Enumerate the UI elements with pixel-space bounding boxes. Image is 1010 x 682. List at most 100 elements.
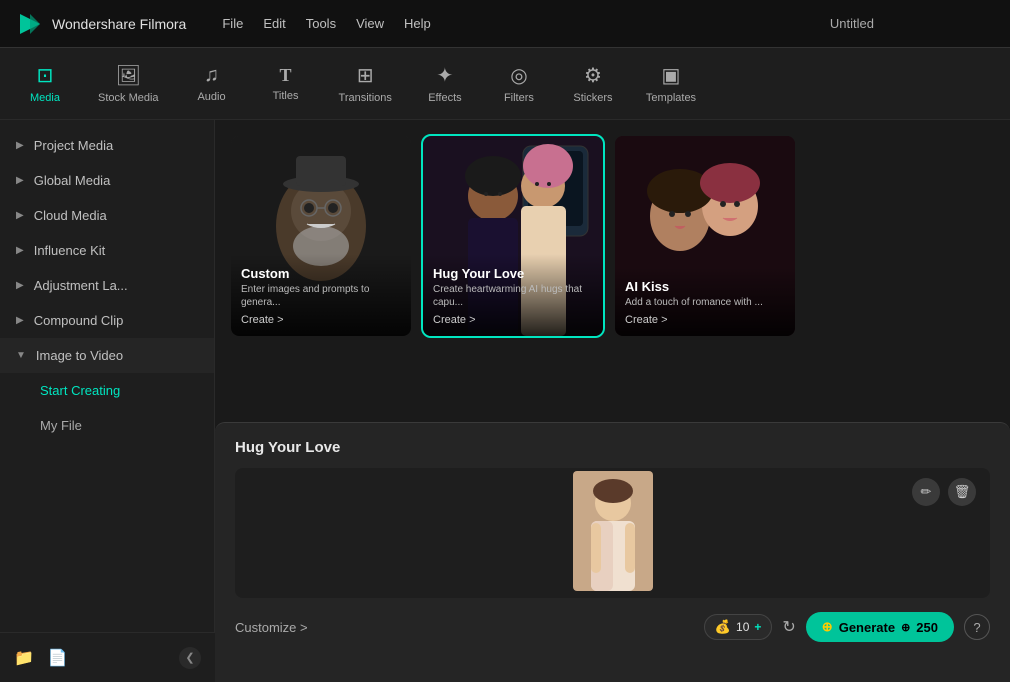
card-custom-title: Custom: [241, 266, 401, 281]
generate-icon: ⊕: [822, 619, 833, 635]
customize-link[interactable]: Customize >: [235, 620, 308, 635]
edit-button[interactable]: ✏: [912, 478, 940, 506]
sidebar-item-adjustment-la[interactable]: ▶ Adjustment La...: [0, 268, 214, 303]
sidebar-item-cloud-media-label: Cloud Media: [34, 208, 107, 223]
card-ai-kiss[interactable]: AI Kiss Add a touch of romance with ... …: [615, 136, 795, 336]
sidebar-item-global-media[interactable]: ▶ Global Media: [0, 163, 214, 198]
generate-cost: 250: [916, 620, 938, 635]
nav-tabs-bar: ⊡ Media 🖼 Stock Media ♫ Audio T Titles ⊞…: [0, 48, 1010, 120]
sidebar-item-my-file[interactable]: My File: [0, 408, 214, 443]
transitions-icon: ⊞: [357, 63, 374, 88]
card-hug-your-love-create-link[interactable]: Create >: [433, 314, 593, 326]
tab-effects[interactable]: ✦ Effects: [410, 55, 480, 112]
card-hug-your-love-desc: Create heartwarming AI hugs that capu...: [433, 283, 593, 309]
menu-bar: File Edit Tools View Help: [222, 16, 806, 31]
stock-media-icon: 🖼: [116, 63, 141, 88]
sidebar-footer: 📁 📄 ❮: [0, 632, 215, 682]
panel-upload-area[interactable]: ✏ 🗑: [235, 468, 990, 598]
tab-transitions[interactable]: ⊞ Transitions: [325, 55, 406, 112]
templates-icon: ▣: [662, 63, 681, 88]
sidebar-item-influence-kit-label: Influence Kit: [34, 243, 106, 258]
arrow-icon: ▶: [16, 280, 24, 291]
menu-help[interactable]: Help: [404, 16, 431, 31]
effects-icon: ✦: [437, 63, 454, 88]
tab-stock-media-label: Stock Media: [98, 92, 159, 104]
sidebar-item-my-file-label: My File: [40, 418, 82, 433]
tab-templates[interactable]: ▣ Templates: [632, 55, 710, 112]
main-area: ▶ Project Media ▶ Global Media ▶ Cloud M…: [0, 120, 1010, 682]
logo-area: Wondershare Filmora: [16, 10, 186, 38]
tab-titles[interactable]: T Titles: [251, 57, 321, 110]
titles-icon: T: [280, 65, 292, 86]
card-ai-kiss-overlay: AI Kiss Add a touch of romance with ... …: [615, 267, 795, 336]
refresh-icon[interactable]: ↻: [782, 617, 795, 637]
arrow-down-icon: ▼: [16, 350, 26, 361]
card-custom[interactable]: Custom Enter images and prompts to gener…: [231, 136, 411, 336]
filters-icon: ◎: [510, 63, 527, 88]
app-title: Wondershare Filmora: [52, 16, 186, 32]
sidebar-item-project-media[interactable]: ▶ Project Media: [0, 128, 214, 163]
arrow-icon: ▶: [16, 315, 24, 326]
card-hug-your-love-overlay: Hug Your Love Create heartwarming AI hug…: [423, 254, 603, 336]
window-title: Untitled: [830, 16, 874, 31]
chevron-left-icon: ❮: [185, 651, 194, 664]
delete-button[interactable]: 🗑: [948, 478, 976, 506]
help-icon: ?: [973, 620, 980, 635]
generate-button[interactable]: ⊕ Generate ⊕ 250: [806, 612, 954, 642]
card-ai-kiss-title: AI Kiss: [625, 279, 785, 294]
coin-badge: 💰 10 +: [704, 614, 773, 640]
sidebar-item-global-media-label: Global Media: [34, 173, 111, 188]
sidebar-collapse-button[interactable]: ❮: [179, 647, 201, 669]
panel-photo-thumbnail: [573, 471, 653, 596]
tab-templates-label: Templates: [646, 92, 696, 104]
card-ai-kiss-create-link[interactable]: Create >: [625, 314, 785, 326]
sidebar-item-compound-clip[interactable]: ▶ Compound Clip: [0, 303, 214, 338]
tab-titles-label: Titles: [273, 90, 299, 102]
app-logo-icon: [16, 10, 44, 38]
tab-filters[interactable]: ◎ Filters: [484, 55, 554, 112]
tab-media[interactable]: ⊡ Media: [10, 55, 80, 112]
media-icon: ⊡: [37, 63, 54, 88]
card-custom-desc: Enter images and prompts to genera...: [241, 283, 401, 309]
menu-file[interactable]: File: [222, 16, 243, 31]
coin-count: 10: [736, 620, 749, 634]
panel-edit-icons: ✏ 🗑: [912, 478, 976, 506]
cards-grid: Custom Enter images and prompts to gener…: [215, 120, 1010, 352]
tab-stickers[interactable]: ⚙ Stickers: [558, 55, 628, 112]
help-button[interactable]: ?: [964, 614, 990, 640]
sidebar-item-cloud-media[interactable]: ▶ Cloud Media: [0, 198, 214, 233]
tab-stock-media[interactable]: 🖼 Stock Media: [84, 55, 173, 112]
sidebar-item-start-creating[interactable]: Start Creating: [0, 373, 214, 408]
menu-edit[interactable]: Edit: [263, 16, 285, 31]
menu-tools[interactable]: Tools: [306, 16, 336, 31]
sidebar: ▶ Project Media ▶ Global Media ▶ Cloud M…: [0, 120, 215, 682]
sidebar-item-image-to-video[interactable]: ▼ Image to Video: [0, 338, 214, 373]
card-custom-create-link[interactable]: Create >: [241, 314, 401, 326]
arrow-icon: ▶: [16, 140, 24, 151]
tab-audio-label: Audio: [197, 91, 225, 103]
sidebar-item-influence-kit[interactable]: ▶ Influence Kit: [0, 233, 214, 268]
arrow-icon: ▶: [16, 210, 24, 221]
tab-audio[interactable]: ♫ Audio: [177, 56, 247, 111]
arrow-icon: ▶: [16, 245, 24, 256]
menu-view[interactable]: View: [356, 16, 384, 31]
plus-icon: +: [754, 620, 761, 634]
tab-effects-label: Effects: [428, 92, 461, 104]
sidebar-footer-icons: 📁 📄: [14, 648, 68, 668]
sidebar-item-project-media-label: Project Media: [34, 138, 113, 153]
arrow-icon: ▶: [16, 175, 24, 186]
card-ai-kiss-desc: Add a touch of romance with ...: [625, 296, 785, 309]
tab-filters-label: Filters: [504, 92, 534, 104]
new-folder-icon[interactable]: 📁: [14, 648, 34, 668]
sidebar-item-compound-clip-label: Compound Clip: [34, 313, 124, 328]
add-file-icon[interactable]: 📄: [48, 648, 68, 668]
tab-media-label: Media: [30, 92, 60, 104]
coin-icon: 💰: [715, 619, 731, 635]
card-hug-your-love[interactable]: 📱: [423, 136, 603, 336]
generate-cost-icon: ⊕: [901, 621, 910, 634]
topbar: Wondershare Filmora File Edit Tools View…: [0, 0, 1010, 48]
sidebar-item-start-creating-label: Start Creating: [40, 383, 120, 398]
panel: Hug Your Love: [215, 422, 1010, 682]
panel-footer: Customize > 💰 10 + ↻ ⊕ Generate ⊕ 250: [235, 612, 990, 642]
panel-title: Hug Your Love: [235, 439, 990, 456]
